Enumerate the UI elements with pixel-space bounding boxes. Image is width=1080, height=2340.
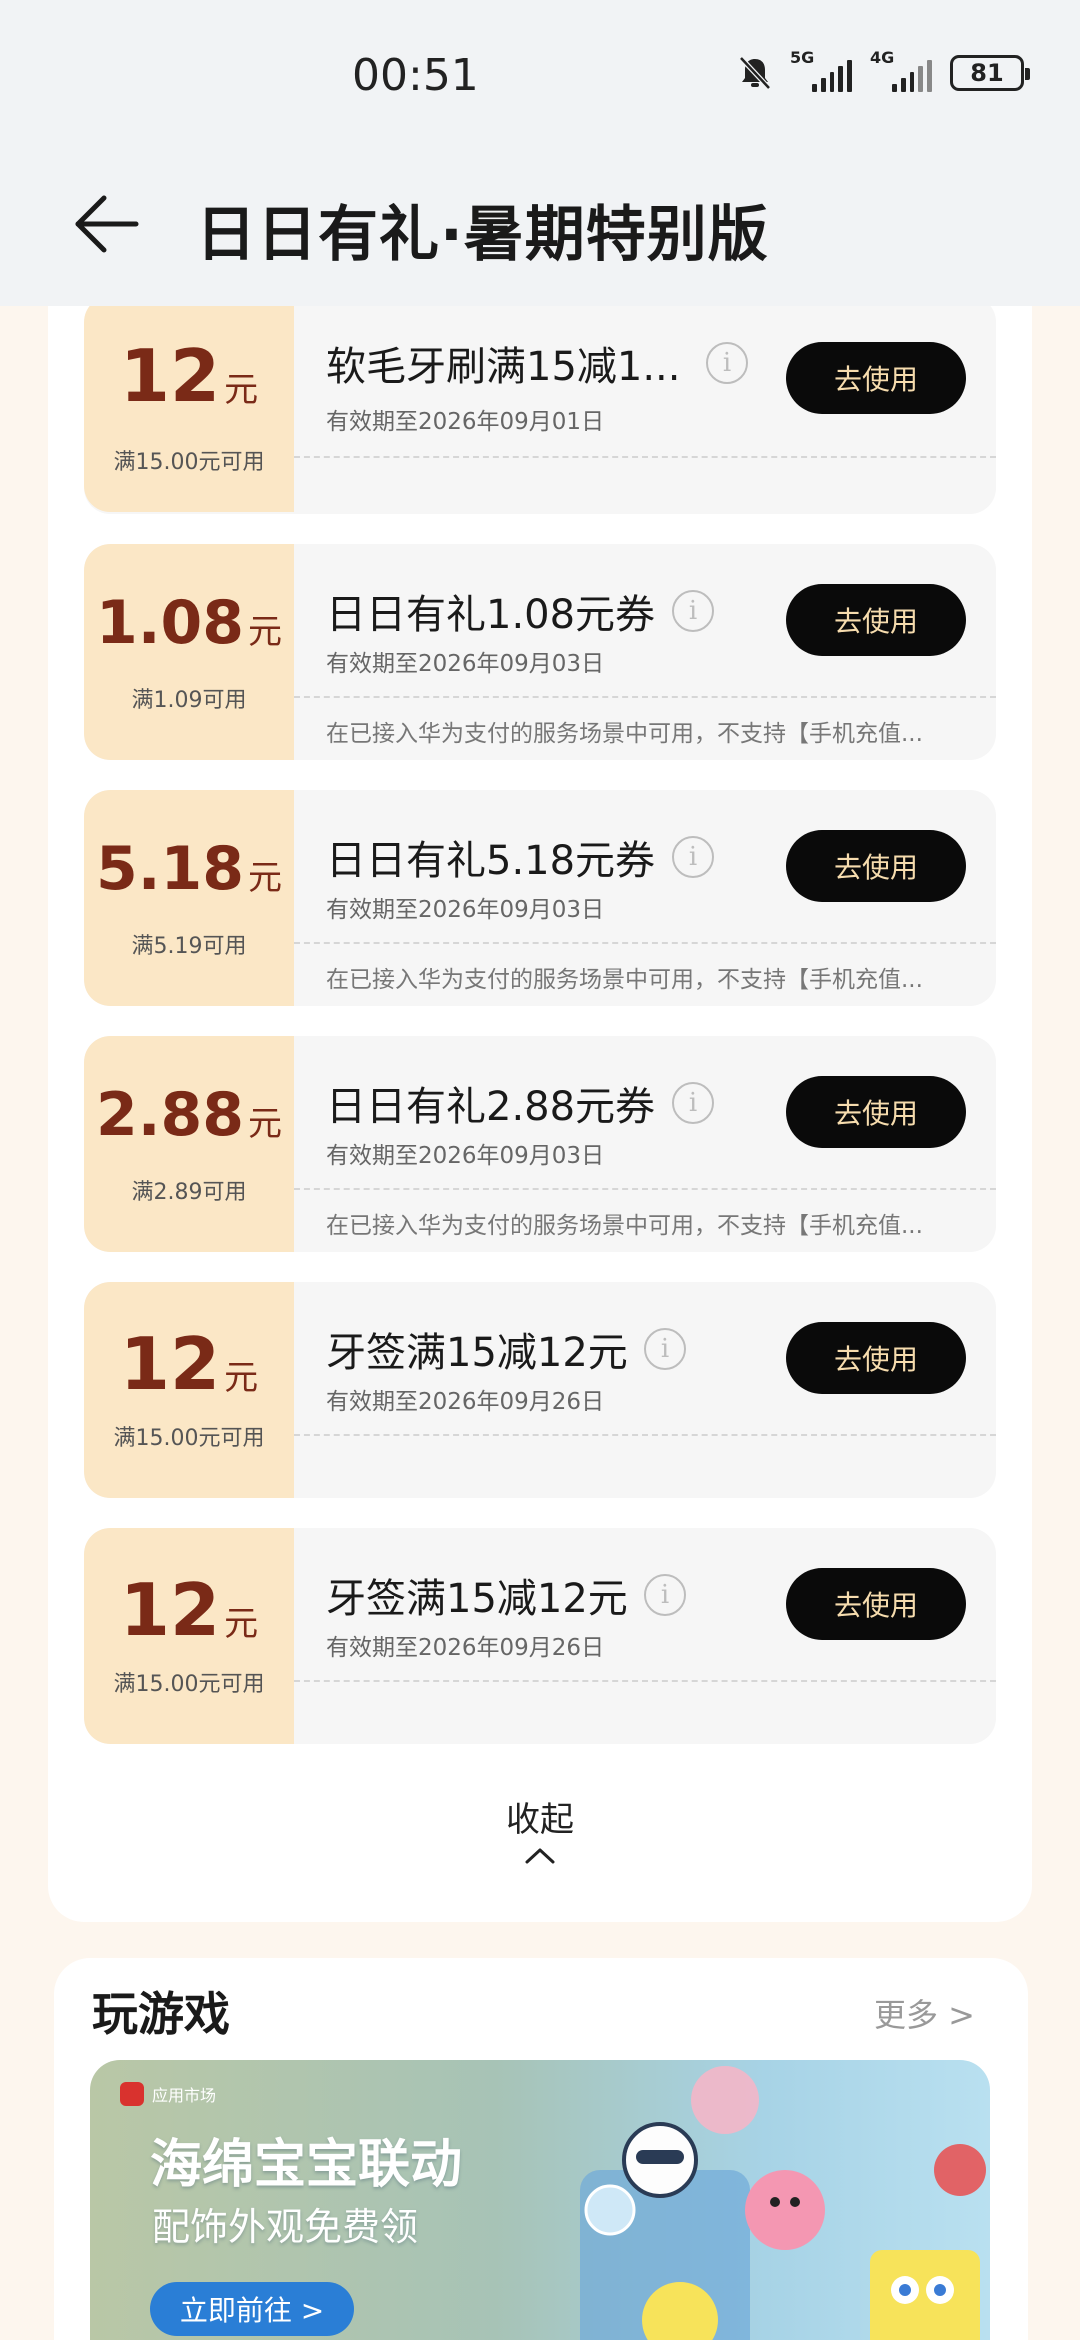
status-time: 00:51 xyxy=(352,50,479,101)
divider xyxy=(294,1188,996,1190)
more-link[interactable]: 更多 > xyxy=(874,1990,975,2036)
page-title: 日日有礼·暑期特别版 xyxy=(196,200,769,270)
coupon-amount: 5.18 元 xyxy=(95,834,283,904)
battery-indicator: 81 xyxy=(950,55,1030,91)
coupon-item: 12 元 满15.00元可用 软毛牙刷满15减1... i 有效期至2026年09… xyxy=(84,296,996,514)
signal-5g-icon: 5G xyxy=(790,48,852,92)
coupon-title: 软毛牙刷满15减1... xyxy=(326,344,681,390)
banner-subheadline: 配饰外观免费领 xyxy=(152,2205,419,2249)
info-icon[interactable]: i xyxy=(644,1328,686,1370)
coupon-expiry: 有效期至2026年09月26日 xyxy=(326,1635,605,1661)
banner-character-art xyxy=(580,2066,986,2340)
collapse-button[interactable]: 收起 xyxy=(0,1792,1080,1841)
coupon-item: 5.18 元 满5.19可用 日日有礼5.18元券 i 有效期至2026年09月0… xyxy=(84,790,996,1006)
app-store-badge: 应用市场 xyxy=(120,2082,216,2106)
coupon-condition: 满15.00元可用 xyxy=(113,1672,265,1697)
info-icon[interactable]: i xyxy=(706,342,748,384)
coupon-item: 12 元 满15.00元可用 牙签满15减12元 i 有效期至2026年09月26… xyxy=(84,1282,996,1498)
coupon-amount: 1.08 元 xyxy=(95,588,283,658)
top-bar: 00:51 5G 4G 81 日日有礼·暑期特别版 xyxy=(0,0,1080,306)
use-coupon-button[interactable]: 去使用 xyxy=(786,1568,966,1640)
use-coupon-button[interactable]: 去使用 xyxy=(786,342,966,414)
info-icon[interactable]: i xyxy=(672,590,714,632)
coupon-amount: 2.88 元 xyxy=(95,1080,283,1150)
coupon-expiry: 有效期至2026年09月26日 xyxy=(326,1389,605,1415)
coupon-title: 日日有礼5.18元券 xyxy=(326,838,656,884)
coupon-title: 牙签满15减12元 xyxy=(326,1576,628,1622)
coupon-item: 2.88 元 满2.89可用 日日有礼2.88元券 i 有效期至2026年09月0… xyxy=(84,1036,996,1252)
back-arrow-icon[interactable] xyxy=(72,190,142,260)
coupon-condition: 满5.19可用 xyxy=(131,934,247,959)
coupon-condition: 满15.00元可用 xyxy=(113,1426,265,1451)
section-title: 玩游戏 xyxy=(92,1987,230,2041)
coupon-expiry: 有效期至2026年09月01日 xyxy=(326,409,605,435)
go-now-button[interactable]: 立即前往 > xyxy=(150,2282,354,2336)
divider xyxy=(294,456,996,458)
divider xyxy=(294,696,996,698)
coupon-condition: 满15.00元可用 xyxy=(113,450,265,475)
chevron-up-icon[interactable] xyxy=(524,1846,556,1870)
coupon-expiry: 有效期至2026年09月03日 xyxy=(326,897,605,923)
divider xyxy=(294,1434,996,1436)
coupon-item: 1.08 元 满1.09可用 日日有礼1.08元券 i 有效期至2026年09月0… xyxy=(84,544,996,760)
coupon-title: 日日有礼1.08元券 xyxy=(326,592,656,638)
game-banner[interactable]: 应用市场 海绵宝宝联动 配饰外观免费领 立即前往 > xyxy=(90,2060,990,2340)
info-icon[interactable]: i xyxy=(672,836,714,878)
signal-4g-icon: 4G xyxy=(870,48,932,92)
info-icon[interactable]: i xyxy=(644,1574,686,1616)
coupon-title: 牙签满15减12元 xyxy=(326,1330,628,1376)
divider xyxy=(294,942,996,944)
coupon-condition: 满2.89可用 xyxy=(131,1180,247,1205)
use-coupon-button[interactable]: 去使用 xyxy=(786,830,966,902)
use-coupon-button[interactable]: 去使用 xyxy=(786,584,966,656)
coupon-amount: 12 元 xyxy=(119,1568,259,1652)
coupon-item: 12 元 满15.00元可用 牙签满15减12元 i 有效期至2026年09月26… xyxy=(84,1528,996,1744)
coupon-description: 在已接入华为支付的服务场景中可用，不支持【手机充值... xyxy=(326,967,923,993)
coupon-title: 日日有礼2.88元券 xyxy=(326,1084,656,1130)
coupon-expiry: 有效期至2026年09月03日 xyxy=(326,1143,605,1169)
app-store-logo-icon xyxy=(120,2082,144,2106)
coupon-expiry: 有效期至2026年09月03日 xyxy=(326,651,605,677)
use-coupon-button[interactable]: 去使用 xyxy=(786,1322,966,1394)
status-icons: 5G 4G 81 xyxy=(738,48,1030,92)
coupon-amount: 12 元 xyxy=(119,1322,259,1406)
coupon-description: 在已接入华为支付的服务场景中可用，不支持【手机充值... xyxy=(326,1213,923,1239)
banner-headline: 海绵宝宝联动 xyxy=(150,2135,463,2195)
coupon-description: 在已接入华为支付的服务场景中可用，不支持【手机充值... xyxy=(326,721,923,747)
coupon-amount: 12 元 xyxy=(119,334,259,418)
divider xyxy=(294,1680,996,1682)
info-icon[interactable]: i xyxy=(672,1082,714,1124)
coupon-condition: 满1.09可用 xyxy=(131,688,247,713)
use-coupon-button[interactable]: 去使用 xyxy=(786,1076,966,1148)
bell-muted-icon xyxy=(738,55,772,91)
